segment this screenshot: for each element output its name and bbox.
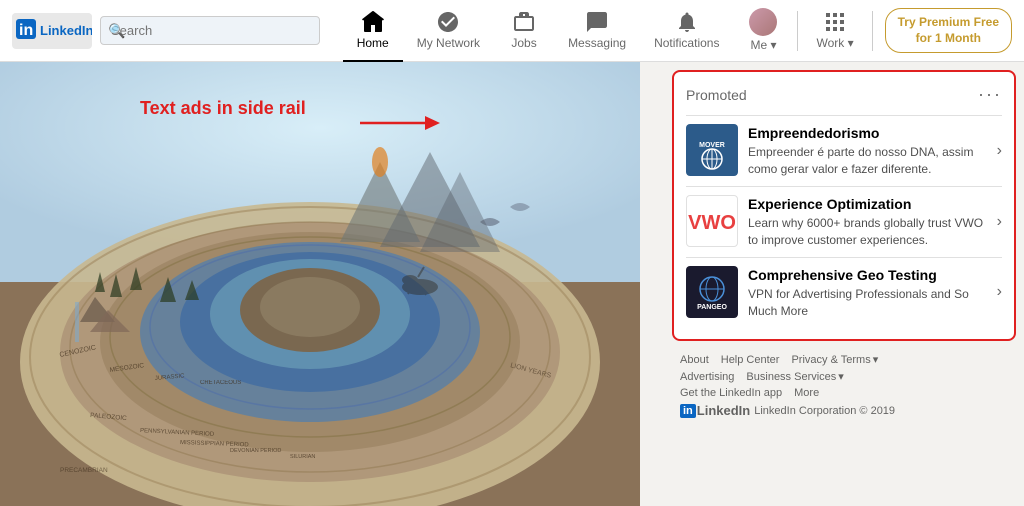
ad-name-mover: Empreendedorismo bbox=[748, 124, 991, 142]
nav-item-home[interactable]: Home bbox=[343, 0, 403, 62]
main-content: Text ads in side rail bbox=[0, 62, 1024, 506]
ad-item-vwo[interactable]: VWO Experience Optimization Learn why 60… bbox=[686, 186, 1002, 257]
footer-link-help-center[interactable]: Help Center bbox=[721, 354, 780, 366]
notifications-icon bbox=[675, 10, 699, 34]
nav-item-messaging[interactable]: Messaging bbox=[554, 0, 640, 62]
ad-text-vwo: Experience Optimization Learn why 6000+ … bbox=[748, 195, 991, 249]
linkedin-wordmark: LinkedIn bbox=[697, 403, 750, 418]
ad-desc-mover: Empreender é parte do nosso DNA, assim c… bbox=[748, 144, 991, 178]
network-icon bbox=[436, 10, 460, 34]
nav-item-work[interactable]: Work ▾ bbox=[802, 0, 867, 62]
premium-button[interactable]: Try Premium Free for 1 Month bbox=[885, 8, 1012, 53]
ad-item-pangeo[interactable]: PANGEO Comprehensive Geo Testing VPN for… bbox=[686, 257, 1002, 328]
ad-item-mover[interactable]: MOVER Empreendedorismo Empreender é part… bbox=[686, 115, 1002, 186]
promoted-card: Promoted ··· MOVER Empreendedorism bbox=[672, 70, 1016, 341]
ad-logo-pangeo: PANGEO bbox=[686, 266, 738, 318]
svg-text:MOVER: MOVER bbox=[699, 142, 725, 149]
nav-jobs-label: Jobs bbox=[511, 36, 536, 50]
ad-desc-pangeo: VPN for Advertising Professionals and So… bbox=[748, 286, 991, 320]
nav-home-label: Home bbox=[357, 36, 389, 50]
ad-logo-mover: MOVER bbox=[686, 124, 738, 176]
nav-work-label: Work ▾ bbox=[816, 36, 853, 50]
chevron-icon-vwo: › bbox=[997, 213, 1002, 231]
linkedin-brand-logo: in LinkedIn bbox=[680, 403, 750, 418]
ad-text-mover: Empreendedorismo Empreender é parte do n… bbox=[748, 124, 991, 178]
nav-items: Home My Network Jobs Messaging bbox=[343, 0, 1012, 62]
nav-notifications-label: Notifications bbox=[654, 36, 719, 50]
nav-messaging-label: Messaging bbox=[568, 36, 626, 50]
svg-text:DEVONIAN PERIOD: DEVONIAN PERIOD bbox=[230, 448, 281, 454]
home-icon bbox=[361, 10, 385, 34]
svg-text:PANGEO: PANGEO bbox=[697, 304, 727, 311]
nav-item-jobs[interactable]: Jobs bbox=[494, 0, 554, 62]
linkedin-in-badge: in bbox=[680, 404, 696, 418]
footer-row-2: Advertising Business Services ▾ bbox=[680, 370, 1008, 383]
svg-text:SILURIAN: SILURIAN bbox=[290, 454, 315, 460]
ad-desc-vwo: Learn why 6000+ brands globally trust VW… bbox=[748, 215, 991, 249]
promoted-header: Promoted ··· bbox=[686, 84, 1002, 105]
mover-logo-svg: MOVER bbox=[687, 125, 737, 175]
chevron-icon-mover: › bbox=[997, 142, 1002, 160]
footer-links: About Help Center Privacy & Terms ▾ Adve… bbox=[672, 349, 1016, 422]
promoted-more-button[interactable]: ··· bbox=[978, 84, 1002, 105]
chevron-icon-pangeo: › bbox=[997, 283, 1002, 301]
main-image: CENOZOIC MESOZOIC JURASSIC CRETACEOUS PA… bbox=[0, 62, 640, 506]
avatar bbox=[749, 8, 777, 36]
footer-row-3: Get the LinkedIn app More bbox=[680, 387, 1008, 399]
chevron-down-icon: ▾ bbox=[873, 353, 879, 366]
footer-link-get-app[interactable]: Get the LinkedIn app bbox=[680, 387, 782, 399]
nav-item-notifications[interactable]: Notifications bbox=[640, 0, 733, 62]
nav-network-label: My Network bbox=[417, 36, 480, 50]
svg-text:VWO: VWO bbox=[688, 212, 736, 234]
svg-text:in: in bbox=[19, 22, 33, 39]
footer-row-1: About Help Center Privacy & Terms ▾ bbox=[680, 353, 1008, 366]
pangeo-logo-svg: PANGEO bbox=[687, 267, 737, 317]
annotation-text: Text ads in side rail bbox=[140, 98, 306, 118]
footer-brand: in LinkedIn LinkedIn Corporation © 2019 bbox=[680, 403, 1008, 418]
search-input[interactable] bbox=[100, 16, 320, 45]
svg-text:PRECAMBRIAN: PRECAMBRIAN bbox=[60, 467, 108, 474]
svg-text:CRETACEOUS: CRETACEOUS bbox=[200, 380, 241, 386]
nav-divider bbox=[797, 11, 798, 51]
vwo-logo-svg: VWO bbox=[687, 196, 737, 246]
chevron-down-icon-2: ▾ bbox=[838, 370, 844, 383]
ad-name-pangeo: Comprehensive Geo Testing bbox=[748, 266, 991, 284]
footer-privacy-terms[interactable]: Privacy & Terms ▾ bbox=[791, 353, 878, 366]
nav-divider-2 bbox=[872, 11, 873, 51]
ad-text-pangeo: Comprehensive Geo Testing VPN for Advert… bbox=[748, 266, 991, 320]
ad-name-vwo: Experience Optimization bbox=[748, 195, 991, 213]
footer-business-services[interactable]: Business Services ▾ bbox=[746, 370, 843, 383]
nav-me-label: Me ▾ bbox=[750, 38, 776, 52]
footer-link-more[interactable]: More bbox=[794, 387, 819, 399]
messaging-icon bbox=[585, 10, 609, 34]
footer-link-privacy: Privacy & Terms bbox=[791, 354, 870, 366]
nav-item-me[interactable]: Me ▾ bbox=[733, 0, 793, 62]
svg-text:LinkedIn: LinkedIn bbox=[40, 23, 92, 38]
footer-link-advertising[interactable]: Advertising bbox=[680, 371, 734, 383]
footer-link-business-services: Business Services bbox=[746, 371, 836, 383]
work-icon bbox=[823, 10, 847, 34]
sidebar: Promoted ··· MOVER Empreendedorism bbox=[664, 62, 1024, 506]
annotation-container: Text ads in side rail bbox=[140, 98, 306, 119]
linkedin-logo: in LinkedIn bbox=[12, 13, 92, 49]
nav-item-network[interactable]: My Network bbox=[403, 0, 494, 62]
promoted-title: Promoted bbox=[686, 87, 747, 103]
ad-logo-vwo: VWO bbox=[686, 195, 738, 247]
annotation-arrow bbox=[360, 108, 440, 138]
jobs-icon bbox=[512, 10, 536, 34]
footer-link-about[interactable]: About bbox=[680, 354, 709, 366]
geo-spiral-svg: CENOZOIC MESOZOIC JURASSIC CRETACEOUS PA… bbox=[0, 62, 640, 506]
navbar: in LinkedIn 🔍 Home My Network Jobs bbox=[0, 0, 1024, 62]
feed-area: Text ads in side rail bbox=[0, 62, 664, 506]
linkedin-copyright: LinkedIn Corporation © 2019 bbox=[754, 405, 895, 417]
